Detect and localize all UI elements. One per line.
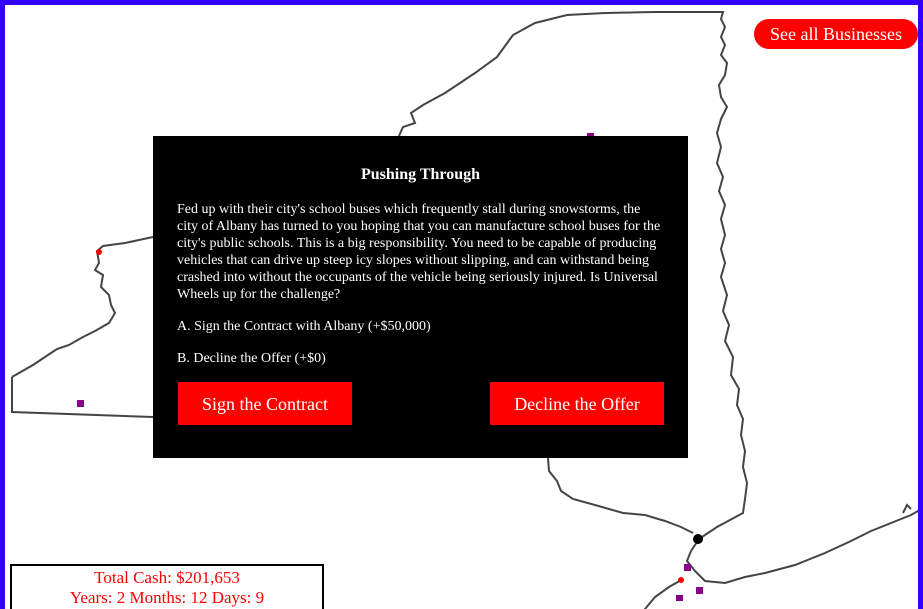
dialog-body: Fed up with their city's school buses wh… <box>177 202 661 302</box>
business-marker[interactable] <box>77 400 84 407</box>
event-dialog: Pushing Through Fed up with their city's… <box>153 136 688 458</box>
business-marker-red[interactable] <box>96 249 102 255</box>
business-marker[interactable] <box>684 564 691 571</box>
decline-offer-button[interactable]: Decline the Offer <box>490 382 664 425</box>
elapsed-time: Years: 2 Months: 12 Days: 9 <box>69 588 265 607</box>
business-marker-red[interactable] <box>678 577 684 583</box>
business-marker[interactable] <box>696 587 703 594</box>
see-all-businesses-button[interactable]: See all Businesses <box>754 19 918 49</box>
player-marker[interactable] <box>693 534 703 544</box>
status-panel: Total Cash: $201,653 Years: 2 Months: 12… <box>10 564 324 609</box>
option-b-text: B. Decline the Offer (+$0) <box>177 351 326 366</box>
business-marker[interactable] <box>676 595 683 601</box>
total-cash: Total Cash: $201,653 <box>94 568 240 587</box>
sign-contract-button[interactable]: Sign the Contract <box>178 382 352 425</box>
dialog-title: Pushing Through <box>360 166 481 183</box>
game-frame: See all Businesses Pushing Through Fed u… <box>0 0 923 609</box>
option-a-text: A. Sign the Contract with Albany (+$50,0… <box>177 319 431 334</box>
